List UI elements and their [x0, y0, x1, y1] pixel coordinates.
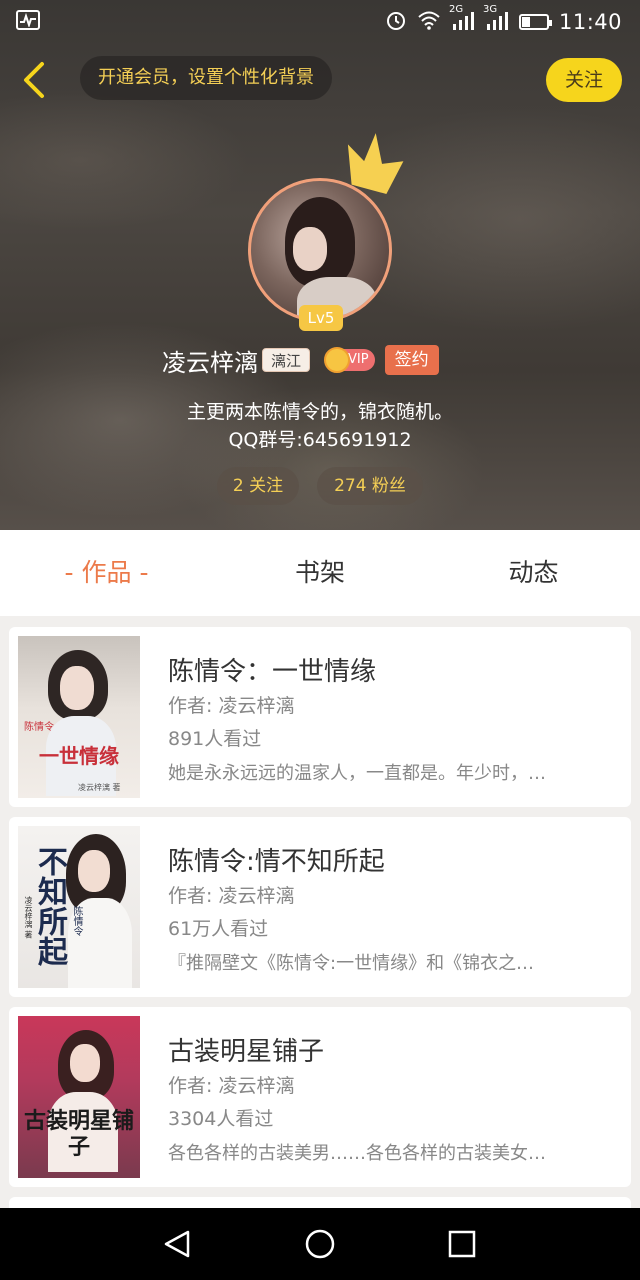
username: 凌云梓漓	[162, 348, 258, 377]
wifi-icon	[417, 10, 441, 35]
book-title: 陈情令：一世情缘	[168, 657, 377, 687]
activity-icon	[16, 10, 40, 30]
cover-title: 古装明星铺子	[24, 1108, 135, 1160]
title-tag: 漓江	[262, 348, 311, 372]
book-views: 3304人看过	[168, 1108, 274, 1130]
book-description: 各色各样的古装美男……各色各样的古装美女…	[168, 1143, 546, 1164]
book-cover: 古装明星铺子	[18, 1016, 140, 1178]
bio-line-1: 主更两本陈情令的，锦衣随机。	[186, 401, 453, 423]
name-row: 凌云梓漓 漓江 VIP 签约	[162, 340, 439, 380]
signal-2g-icon: 2G	[449, 4, 475, 35]
book-views: 61万人看过	[168, 918, 269, 940]
bio-line-2: QQ群号:645691912	[228, 429, 412, 451]
followers-count[interactable]: 274 粉丝	[317, 467, 423, 505]
vip-badge: VIP	[324, 347, 375, 373]
signal-3g-icon: 3G	[483, 4, 509, 35]
network-2g-label: 2G	[448, 3, 464, 15]
book-views: 891人看过	[168, 728, 262, 750]
chevron-left-icon	[24, 62, 44, 98]
book-card[interactable]: 不知所起 陈情令 凌云梓漓 著 陈情令:情不知所起 作者: 凌云梓漓 61万人看…	[9, 817, 631, 997]
cover-author: 凌云梓漓 著	[78, 783, 121, 792]
tab-bookshelf[interactable]: 书架	[213, 530, 427, 616]
alarm-icon	[385, 9, 407, 36]
battery-level	[521, 17, 530, 27]
system-navigation-bar	[0, 1208, 640, 1280]
book-author: 作者: 凌云梓漓	[168, 1075, 295, 1097]
book-author: 作者: 凌云梓漓	[168, 885, 295, 907]
circle-home-icon	[305, 1229, 335, 1259]
vip-promo-button[interactable]: 开通会员，设置个性化背景	[80, 56, 332, 100]
status-bar: 2G 3G 11:40	[0, 0, 640, 44]
tab-activity[interactable]: 动态	[427, 530, 640, 616]
book-card[interactable]: 古装明星铺子 古装明星铺子 作者: 凌云梓漓 3304人看过 各色各样的古装美男…	[9, 1007, 631, 1187]
book-author: 作者: 凌云梓漓	[168, 695, 295, 717]
vip-crown-icon	[324, 347, 351, 373]
book-cover: 不知所起 陈情令 凌云梓漓 著	[18, 826, 140, 988]
vip-label: VIP	[348, 352, 369, 367]
level-badge: Lv5	[299, 305, 343, 331]
cover-author: 凌云梓漓 著	[24, 896, 33, 939]
book-title: 古装明星铺子	[168, 1037, 325, 1067]
back-button[interactable]	[14, 58, 54, 102]
book-description: 『推隔壁文《陈情令:一世情缘》和《锦衣之…	[168, 953, 535, 974]
network-3g-label: 3G	[482, 3, 498, 15]
avatar[interactable]	[248, 178, 392, 322]
book-cover: 一世情缘 陈情令 凌云梓漓 著	[18, 636, 140, 798]
cover-title: 一世情缘	[39, 744, 119, 768]
tab-works[interactable]: - 作品 -	[0, 530, 213, 616]
follow-button[interactable]: 关注	[546, 58, 622, 102]
profile-tabs: - 作品 - 书架 动态	[0, 530, 640, 616]
avatar-face	[293, 227, 327, 271]
nav-back-button[interactable]	[158, 1224, 198, 1264]
signed-badge: 签约	[384, 345, 439, 375]
status-time: 11:40	[558, 10, 622, 34]
cover-subtitle: 陈情令	[71, 906, 82, 936]
following-count[interactable]: 2 关注	[217, 467, 299, 505]
square-recents-icon	[448, 1230, 476, 1258]
book-card[interactable]: 一世情缘 陈情令 凌云梓漓 著 陈情令：一世情缘 作者: 凌云梓漓 891人看过…	[9, 627, 631, 807]
profile-header: 2G 3G 11:40 开通会员，设置个性化背景 关注 Lv5 凌云梓漓 漓江	[0, 0, 640, 530]
triangle-back-icon	[164, 1230, 190, 1258]
nav-home-button[interactable]	[300, 1224, 340, 1264]
nav-recents-button[interactable]	[442, 1224, 482, 1264]
book-title: 陈情令:情不知所起	[168, 847, 385, 877]
battery-icon	[518, 14, 552, 30]
cover-subtitle: 陈情令	[24, 722, 54, 733]
book-description: 她是永永远远的温家人，一直都是。年少时，…	[168, 763, 546, 784]
